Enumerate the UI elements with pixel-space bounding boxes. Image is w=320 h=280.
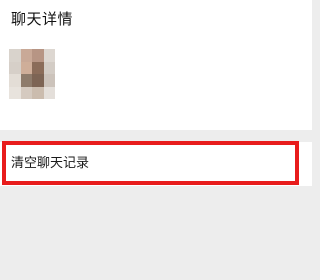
chat-members-panel: 聊天详情 (0, 0, 312, 130)
page-title: 聊天详情 (11, 10, 74, 28)
member-avatar[interactable] (9, 49, 55, 99)
clear-chat-history-row[interactable]: 清空聊天记录 (0, 142, 312, 186)
clear-chat-history-label: 清空聊天记录 (11, 156, 90, 171)
